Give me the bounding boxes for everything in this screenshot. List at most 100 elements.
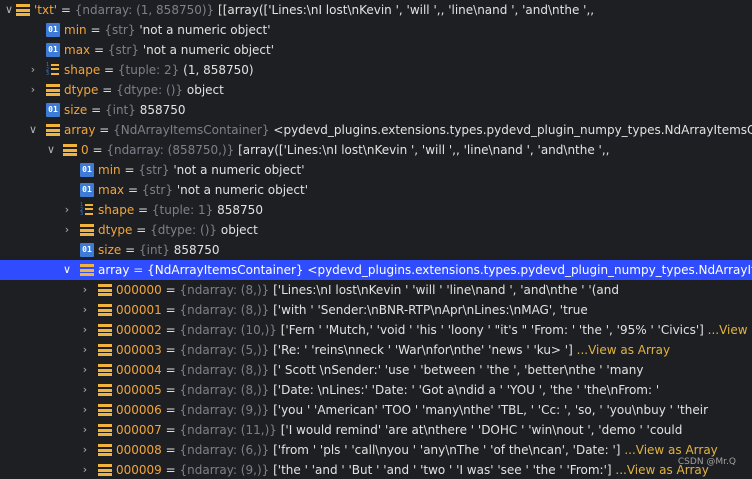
tree-row-item[interactable]: › 000008 = {ndarray: (6,)} ['from ' 'pls… (0, 440, 752, 460)
variable-value: <pydevd_plugins.extensions.types.pydevd_… (273, 123, 752, 137)
primitive-icon: 01 (46, 43, 60, 57)
chevron-right-icon[interactable]: › (26, 80, 40, 100)
variable-type: {dtype: ()} (150, 223, 218, 237)
variable-type: {NdArrayItemsContainer} (113, 123, 270, 137)
variable-type: {ndarray: (858750,)} (106, 143, 235, 157)
tree-row-txt[interactable]: ∨ 'txt' = {ndarray: (1, 858750)} [[array… (0, 0, 752, 20)
variable-name: 000001 (116, 303, 162, 317)
variable-name: size (64, 103, 88, 117)
chevron-right-icon[interactable]: › (78, 280, 92, 300)
chevron-down-icon[interactable]: ∨ (60, 260, 74, 280)
chevron-right-icon[interactable]: › (78, 460, 92, 479)
variable-type: {ndarray: (1, 858750)} (74, 3, 215, 17)
tree-row-0[interactable]: ∨ 0 = {ndarray: (858750,)} [array(['Line… (0, 140, 752, 160)
tree-row-array-selected[interactable]: ∨ array = {NdArrayItemsContainer} <pydev… (0, 260, 752, 280)
ndarray-icon (98, 383, 112, 397)
variable-value: ['I would remind' 'are at\nthere ' 'DOHC… (280, 423, 683, 437)
chevron-right-icon[interactable]: › (78, 300, 92, 320)
variable-value: 'not a numeric object' (176, 183, 309, 197)
chevron-right-icon[interactable]: › (26, 60, 40, 80)
tree-row-item[interactable]: › 000004 = {ndarray: (8,)} [' Scott \nSe… (0, 360, 752, 380)
variable-value: object (220, 223, 258, 237)
variable-value: ['Re: ' 'reins\nneck ' 'War\nfor\nthe' '… (273, 343, 573, 357)
variable-value: [[array(['Lines:\nI lost\nKevin ', 'will… (218, 3, 595, 17)
variable-name: array (64, 123, 96, 137)
tree-row-item[interactable]: › 000006 = {ndarray: (9,)} ['you ' 'Amer… (0, 400, 752, 420)
variable-value: ['Lines:\nI lost\nKevin ' 'will ' 'line\… (273, 283, 619, 297)
variable-name: 000003 (116, 343, 162, 357)
tree-row-array[interactable]: ∨ array = {NdArrayItemsContainer} <pydev… (0, 120, 752, 140)
variable-type: {ndarray: (9,)} (179, 463, 270, 477)
variable-name: max (64, 43, 91, 57)
object-icon (80, 223, 94, 237)
variable-name: 000002 (116, 323, 162, 337)
tree-row-item[interactable]: › 000001 = {ndarray: (8,)} ['with ' 'Sen… (0, 300, 752, 320)
view-as-array-link[interactable]: ...View as Array (624, 443, 717, 457)
tuple-icon: 123 (46, 63, 60, 77)
variable-name: 000004 (116, 363, 162, 377)
variable-value: ['with ' 'Sender:\nBNR-RTP\nApr\nLines:\… (273, 303, 588, 317)
variable-value: ['Date: \nLines:' 'Date: ' 'Got a\ndid a… (273, 383, 660, 397)
chevron-right-icon[interactable]: › (78, 420, 92, 440)
tree-row-item[interactable]: › 000007 = {ndarray: (11,)} ['I would re… (0, 420, 752, 440)
variable-type: {ndarray: (8,)} (179, 283, 270, 297)
chevron-right-icon[interactable]: › (60, 200, 74, 220)
tree-row-item[interactable]: › 000000 = {ndarray: (8,)} ['Lines:\nI l… (0, 280, 752, 300)
chevron-right-icon[interactable]: › (78, 340, 92, 360)
ndarray-icon (98, 423, 112, 437)
tree-row-item[interactable]: › 000002 = {ndarray: (10,)} ['Fern ' 'Mu… (0, 320, 752, 340)
watermark: CSDN @Mr.Q (677, 457, 736, 467)
variable-type: {int} (138, 243, 170, 257)
variable-value: (1, 858750) (183, 63, 254, 77)
variable-type: {str} (107, 43, 140, 57)
variable-type: {int} (104, 103, 136, 117)
chevron-right-icon[interactable]: › (78, 360, 92, 380)
ndarray-icon (63, 143, 77, 157)
tree-row-shape[interactable]: › 123 shape = {tuple: 2} (1, 858750) (0, 60, 752, 80)
variable-name: dtype (64, 83, 99, 97)
ndarray-icon (98, 403, 112, 417)
chevron-down-icon[interactable]: ∨ (44, 140, 58, 160)
variable-type: {str} (138, 163, 170, 177)
tree-row-item[interactable]: › 000003 = {ndarray: (5,)} ['Re: ' 'rein… (0, 340, 752, 360)
variable-name: 000009 (116, 463, 162, 477)
tree-row-min[interactable]: 01 min = {str} 'not a numeric object' (0, 160, 752, 180)
ndarray-icon (98, 283, 112, 297)
tree-row-dtype[interactable]: › dtype = {dtype: ()} object (0, 220, 752, 240)
tree-row-max[interactable]: 01 max = {str} 'not a numeric object' (0, 180, 752, 200)
variable-value: ['you ' 'American' 'TOO ' 'many\nthe' 'T… (273, 403, 709, 417)
chevron-right-icon[interactable]: › (78, 400, 92, 420)
variable-type: {ndarray: (8,)} (179, 303, 270, 317)
view-as-array-link[interactable]: ...View as Array (577, 343, 670, 357)
chevron-right-icon[interactable]: › (78, 440, 92, 460)
chevron-right-icon[interactable]: › (60, 220, 74, 240)
variable-value: ['the ' 'and ' 'But ' 'and ' 'two ' 'I w… (273, 463, 612, 477)
variable-name: 0 (81, 143, 89, 157)
ndarray-icon (98, 303, 112, 317)
variable-value: <pydevd_plugins.extensions.types.pydevd_… (307, 263, 752, 277)
primitive-icon: 01 (46, 23, 60, 37)
tree-row-size[interactable]: 01 size = {int} 858750 (0, 100, 752, 120)
chevron-down-icon[interactable]: ∨ (26, 120, 40, 140)
view-as-array-link[interactable]: ...View as (708, 323, 752, 337)
chevron-right-icon[interactable]: › (78, 320, 92, 340)
tree-row-size[interactable]: 01 size = {int} 858750 (0, 240, 752, 260)
variable-name: shape (64, 63, 101, 77)
variables-tree: ∨ 'txt' = {ndarray: (1, 858750)} [[array… (0, 0, 752, 479)
tree-row-item[interactable]: › 000005 = {ndarray: (8,)} ['Date: \nLin… (0, 380, 752, 400)
variable-value: 858750 (173, 243, 220, 257)
variable-value: [array(['Lines:\nI lost\nKevin ', 'will … (238, 143, 610, 157)
variable-name: 000008 (116, 443, 162, 457)
chevron-down-icon[interactable]: ∨ (2, 0, 16, 20)
primitive-icon: 01 (80, 243, 94, 257)
variable-name: 000007 (116, 423, 162, 437)
variable-type: {NdArrayItemsContainer} (147, 263, 304, 277)
ndarray-icon (98, 363, 112, 377)
tree-row-item[interactable]: › 000009 = {ndarray: (9,)} ['the ' 'and … (0, 460, 752, 479)
tree-row-dtype[interactable]: › dtype = {dtype: ()} object (0, 80, 752, 100)
tree-row-shape[interactable]: › 123 shape = {tuple: 1} 858750 (0, 200, 752, 220)
chevron-right-icon[interactable]: › (78, 380, 92, 400)
tree-row-max[interactable]: 01 max = {str} 'not a numeric object' (0, 40, 752, 60)
tree-row-min[interactable]: 01 min = {str} 'not a numeric object' (0, 20, 752, 40)
variable-type: {ndarray: (8,)} (179, 383, 270, 397)
